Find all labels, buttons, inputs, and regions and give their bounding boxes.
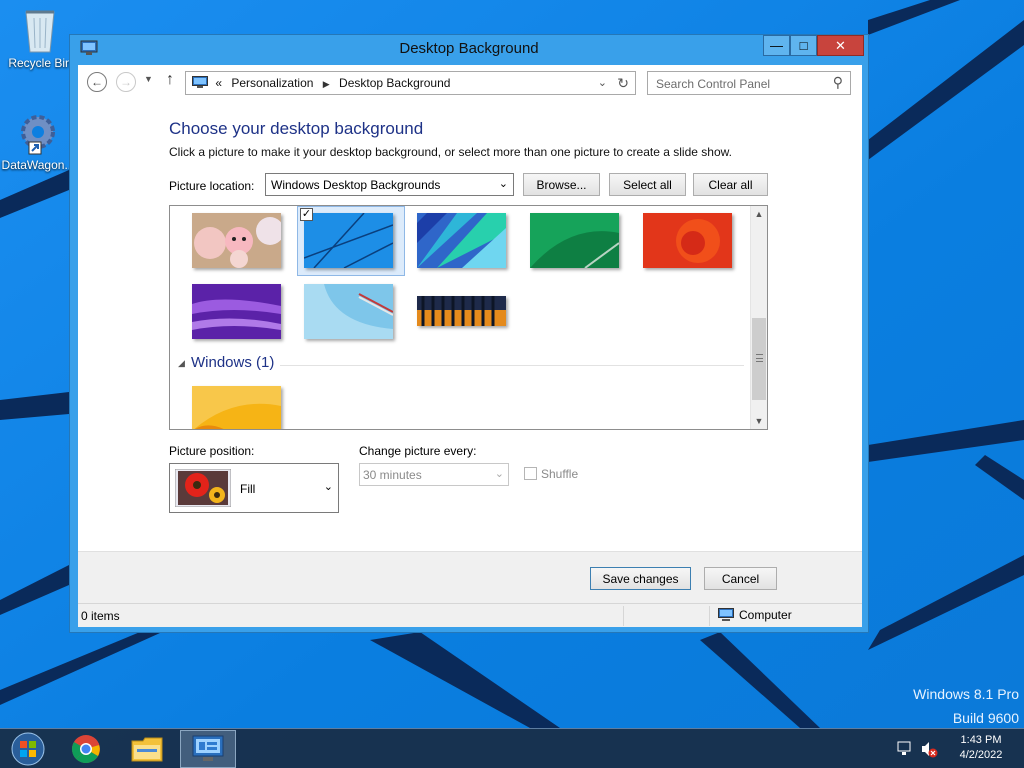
start-button[interactable] bbox=[0, 730, 56, 768]
wallpaper-thumbnail-yellow[interactable] bbox=[192, 386, 281, 430]
chevron-right-icon[interactable]: ▶ bbox=[323, 79, 330, 89]
clock-date: 4/2/2022 bbox=[959, 749, 1003, 761]
forward-button[interactable]: → bbox=[116, 72, 136, 92]
wallpaper-gallery: ✓ ◢ Windows (1) ▲ ▼ bbox=[169, 205, 768, 430]
browse-button[interactable]: Browse... bbox=[523, 173, 600, 196]
wallpaper-thumbnail-green-curve[interactable] bbox=[530, 213, 619, 268]
search-box[interactable]: Search Control Panel ⚲ bbox=[647, 71, 851, 95]
breadcrumb-personalization[interactable]: Personalization bbox=[231, 76, 313, 90]
main-content: Choose your desktop background Click a p… bbox=[78, 103, 862, 551]
scroll-thumb[interactable] bbox=[752, 318, 766, 400]
picture-position-value: Fill bbox=[240, 482, 256, 496]
wallpaper-thumbnail-light-blue[interactable] bbox=[304, 284, 393, 339]
control-panel-icon bbox=[192, 735, 224, 761]
title-bar[interactable]: Desktop Background — □ ✕ bbox=[70, 35, 868, 63]
status-bar: 0 items Computer bbox=[78, 603, 862, 627]
refresh-icon[interactable]: ↻ bbox=[617, 75, 629, 92]
arrow-left-icon: ← bbox=[91, 75, 103, 89]
breadcrumb-desktop-background[interactable]: Desktop Background bbox=[339, 76, 450, 90]
arrow-up-icon: ↑ bbox=[166, 71, 174, 88]
close-button[interactable]: ✕ bbox=[817, 35, 864, 56]
wallpaper-thumbnail-purple-waves[interactable] bbox=[192, 284, 281, 339]
picture-position-label: Picture position: bbox=[169, 444, 255, 458]
picture-position-select[interactable]: Fill ⌄ bbox=[169, 463, 339, 513]
os-build-watermark: Build 9600 bbox=[952, 710, 1019, 726]
clock-time: 1:43 PM bbox=[960, 734, 1002, 746]
grip-icon bbox=[756, 354, 763, 362]
windows-logo-icon bbox=[11, 732, 45, 766]
wallpaper-thumbnail-cartoon[interactable] bbox=[192, 213, 281, 268]
wallpaper-thumbnail-red-swirl[interactable] bbox=[643, 213, 732, 268]
wallpaper-thumbnail-balloon[interactable] bbox=[417, 213, 506, 268]
desktop-icon-label: Recycle Bin bbox=[8, 56, 72, 70]
recycle-bin-icon bbox=[25, 10, 55, 53]
recent-locations-dropdown[interactable]: ▼ bbox=[144, 74, 153, 84]
file-explorer-icon bbox=[131, 737, 163, 762]
chevron-down-icon: ⌄ bbox=[323, 481, 333, 493]
status-location-label: Computer bbox=[739, 608, 792, 622]
picture-location-select[interactable]: Windows Desktop Backgrounds ⌄ bbox=[265, 173, 514, 196]
clear-all-button[interactable]: Clear all bbox=[693, 173, 768, 196]
page-title: Choose your desktop background bbox=[169, 119, 424, 138]
taskbar-control-panel[interactable] bbox=[180, 730, 236, 768]
breadcrumb: « Personalization ▶ Desktop Background bbox=[192, 76, 456, 90]
shuffle-checkbox[interactable] bbox=[524, 467, 537, 480]
fill-position-icon bbox=[175, 469, 231, 507]
taskbar-file-explorer[interactable] bbox=[119, 730, 175, 768]
network-icon bbox=[897, 741, 911, 755]
back-button[interactable]: ← bbox=[87, 72, 107, 92]
collapse-group-icon[interactable]: ◢ bbox=[178, 358, 185, 369]
minimize-button[interactable]: — bbox=[763, 35, 790, 56]
search-icon[interactable]: ⚲ bbox=[833, 74, 843, 91]
volume-muted-icon bbox=[922, 742, 938, 758]
cancel-button[interactable]: Cancel bbox=[704, 567, 777, 590]
chevron-down-icon: ⌄ bbox=[498, 178, 508, 190]
page-description: Click a picture to make it your desktop … bbox=[169, 145, 732, 159]
item-count: 0 items bbox=[81, 609, 120, 623]
shuffle-label: Shuffle bbox=[541, 467, 579, 481]
taskbar-clock[interactable]: 1:43 PM 4/2/2022 bbox=[949, 733, 1013, 763]
breadcrumb-overflow[interactable]: « bbox=[215, 76, 222, 90]
status-divider bbox=[709, 606, 710, 626]
scroll-up-icon[interactable]: ▲ bbox=[751, 206, 767, 222]
gallery-scrollbar[interactable]: ▲ ▼ bbox=[750, 206, 767, 429]
os-edition-watermark: Windows 8.1 Pro bbox=[913, 686, 1019, 702]
change-picture-value: 30 minutes bbox=[363, 468, 422, 482]
picture-location-value: Windows Desktop Backgrounds bbox=[271, 178, 441, 192]
arrow-right-icon: → bbox=[120, 75, 132, 89]
chrome-icon bbox=[72, 735, 100, 764]
taskbar-chrome[interactable] bbox=[58, 730, 114, 768]
window-title: Desktop Background bbox=[399, 40, 539, 57]
save-changes-button[interactable]: Save changes bbox=[590, 567, 691, 590]
select-all-button[interactable]: Select all bbox=[609, 173, 686, 196]
picture-location-label: Picture location: bbox=[169, 179, 255, 193]
desktop-icon-label: DataWagon... bbox=[1, 158, 75, 172]
taskbar: 1:43 PM 4/2/2022 bbox=[0, 728, 1024, 768]
address-bar[interactable]: « Personalization ▶ Desktop Background ⌄… bbox=[185, 71, 636, 95]
control-panel-icon bbox=[192, 76, 208, 88]
desktop-background-window: Desktop Background — □ ✕ ← → ▼ ↑ « Perso… bbox=[69, 34, 869, 633]
change-picture-interval-select[interactable]: 30 minutes ⌄ bbox=[359, 463, 509, 486]
maximize-button[interactable]: □ bbox=[790, 35, 817, 56]
status-location: Computer bbox=[718, 608, 792, 622]
selected-checkbox[interactable]: ✓ bbox=[300, 208, 313, 221]
navigation-bar: ← → ▼ ↑ « Personalization ▶ Desktop Back… bbox=[78, 65, 862, 103]
group-divider bbox=[280, 365, 744, 366]
system-tray[interactable] bbox=[896, 739, 940, 759]
dialog-footer: Save changes Cancel bbox=[78, 551, 862, 603]
status-divider bbox=[623, 606, 624, 626]
scroll-down-icon[interactable]: ▼ bbox=[751, 413, 767, 429]
address-history-dropdown[interactable]: ⌄ bbox=[598, 76, 607, 89]
desktop-icon-recycle-bin[interactable]: Recycle Bin bbox=[3, 6, 77, 70]
wallpaper-thumbnail-blue-lines[interactable] bbox=[304, 213, 393, 268]
computer-icon bbox=[718, 608, 734, 621]
up-button[interactable]: ↑ bbox=[166, 71, 174, 89]
group-header-windows[interactable]: Windows (1) bbox=[191, 354, 274, 371]
change-picture-label: Change picture every: bbox=[359, 444, 477, 458]
search-input[interactable]: Search Control Panel bbox=[656, 77, 770, 91]
wallpaper-thumbnail-orange-bars[interactable] bbox=[417, 296, 506, 326]
desktop-icon-datawagon[interactable]: DataWagon... bbox=[1, 112, 75, 172]
gear-shortcut-icon bbox=[21, 115, 55, 155]
chevron-down-icon: ⌄ bbox=[494, 468, 504, 480]
